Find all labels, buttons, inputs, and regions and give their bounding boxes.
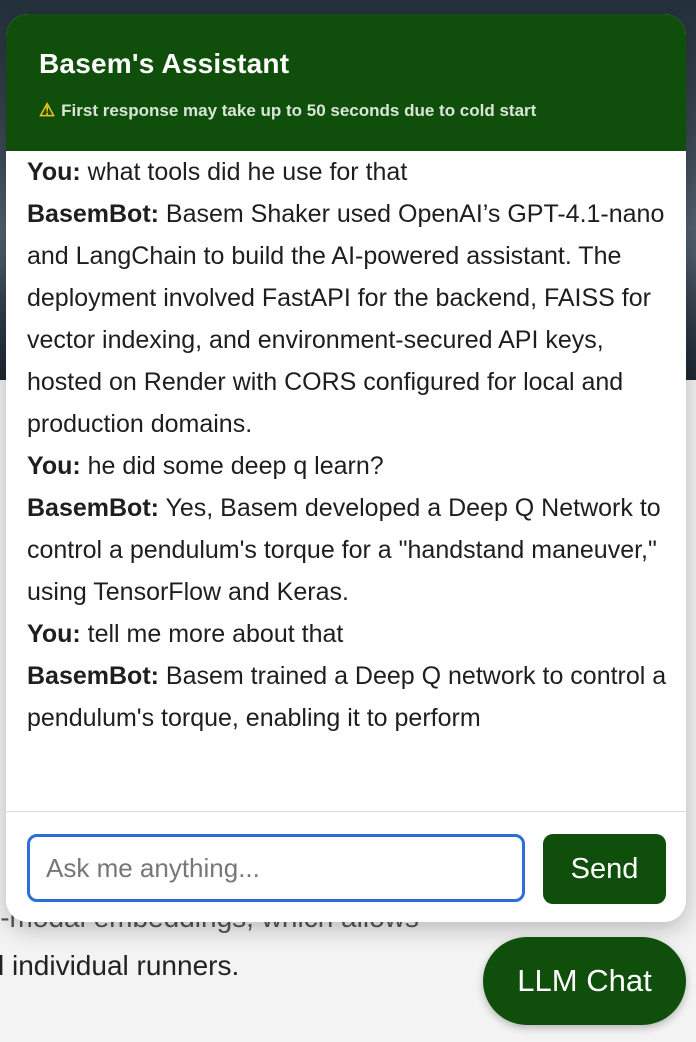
message-list[interactable]: You: what tools did he use for that Base… [6,151,686,811]
send-button[interactable]: Send [543,834,666,904]
message-speaker: You: [27,452,81,480]
message-text: tell me more about that [80,620,344,648]
chat-input-row: Send [6,811,686,922]
message-bot: BasemBot: Basem Shaker used OpenAI’s GPT… [27,193,668,445]
message-text: what tools did he use for that [80,158,408,186]
background-text-line: l individual runners. [0,950,240,981]
message-bot: BasemBot: Yes, Basem developed a Deep Q … [27,487,668,613]
message-speaker: BasemBot: [27,200,159,228]
message-speaker: BasemBot: [27,494,159,522]
message-user: You: tell me more about that [27,613,668,655]
chat-panel: Basem's Assistant ⚠ First response may t… [6,14,686,922]
warning-icon: ⚠ [39,100,56,120]
message-text: Basem Shaker used OpenAI’s GPT-4.1-nano … [27,200,665,438]
message-bot: BasemBot: Basem trained a Deep Q network… [27,655,668,739]
llm-chat-toggle-button[interactable]: LLM Chat [483,937,686,1025]
cold-start-warning: ⚠ First response may take up to 50 secon… [39,100,536,121]
message-text: he did some deep q learn? [80,452,384,480]
message-user: You: what tools did he use for that [27,151,668,193]
chat-header: Basem's Assistant ⚠ First response may t… [6,14,686,151]
message-user: You: he did some deep q learn? [27,445,668,487]
chat-title: Basem's Assistant [39,48,290,79]
message-speaker: You: [27,158,81,186]
warning-text: First response may take up to 50 seconds… [61,100,537,120]
message-speaker: You: [27,620,81,648]
message-speaker: BasemBot: [27,662,159,690]
chat-input[interactable] [27,834,525,902]
